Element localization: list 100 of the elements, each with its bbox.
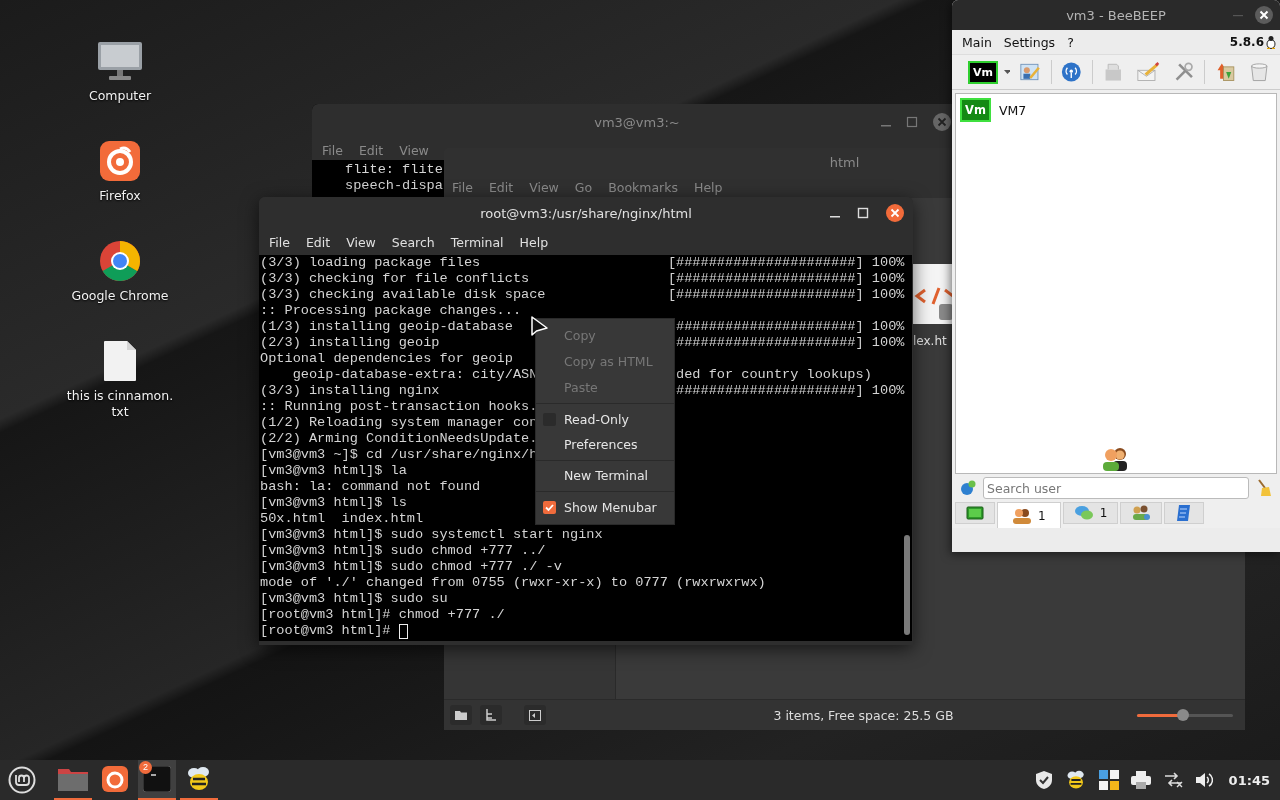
shield-icon[interactable] — [1034, 770, 1053, 790]
printer-icon[interactable] — [1130, 771, 1151, 789]
desktop-icon-label[interactable]: Firefox — [65, 188, 175, 204]
sidebar-toggle-button[interactable] — [524, 705, 546, 725]
menu-item[interactable]: Show Menubar — [564, 499, 657, 515]
menu-item[interactable]: ? — [1061, 34, 1080, 50]
desktop-icon-label[interactable]: this is cinnamon. txt — [65, 388, 175, 420]
terminal-line: bash: la: command not found — [260, 479, 481, 495]
clock[interactable]: 01:45 — [1228, 772, 1270, 788]
close-icon[interactable] — [885, 203, 905, 223]
terminal-line: :: Running post-transaction hooks. — [260, 399, 538, 415]
desktop-icon-label[interactable]: Google Chrome — [65, 288, 175, 304]
window-title: html — [829, 154, 860, 170]
group-icon — [1131, 505, 1152, 521]
broom-icon[interactable] — [1256, 479, 1272, 497]
menu-item[interactable]: New Terminal — [536, 463, 674, 489]
menu-item[interactable]: Edit — [480, 179, 522, 195]
text-file-icon[interactable] — [103, 340, 137, 382]
penguin-icon — [1266, 35, 1276, 49]
notification-badge: 2 — [139, 761, 152, 774]
menu-item[interactable]: Bookmarks — [600, 179, 686, 195]
close-icon[interactable] — [1254, 5, 1274, 25]
menu-item[interactable]: Search — [383, 234, 443, 250]
menu-item[interactable]: Edit — [350, 142, 392, 158]
zoom-slider[interactable] — [1137, 708, 1233, 722]
user-avatar[interactable]: Vm — [968, 60, 998, 84]
menu-item[interactable]: Edit — [297, 234, 339, 250]
terminal-line: (2/2) Arming ConditionNeedsUpdate. — [260, 431, 538, 447]
firefox-icon[interactable] — [99, 140, 141, 182]
volume-icon[interactable] — [1194, 772, 1213, 788]
menu-logo-icon[interactable] — [8, 766, 36, 794]
tab[interactable]: 1 — [997, 502, 1061, 528]
window-title: vm3 - BeeBEEP — [1066, 7, 1166, 23]
terminal-line: (3/3) checking for file conflicts — [260, 271, 530, 286]
terminal-line: speech-dispa — [345, 178, 443, 194]
network-settings-icon[interactable] — [960, 480, 976, 496]
html-file-icon[interactable] — [913, 264, 953, 324]
progress-text: ######################] 100% — [676, 319, 905, 334]
caret-icon[interactable] — [1004, 70, 1010, 74]
text-cursor — [398, 623, 408, 639]
menu-item[interactable]: Settings — [997, 34, 1062, 50]
file-label[interactable]: lex.ht — [913, 334, 947, 348]
menu-item[interactable]: Main — [956, 34, 998, 50]
menu-item[interactable]: Go — [566, 179, 601, 195]
user-avatar[interactable]: Vm — [960, 98, 991, 122]
folder-icon — [455, 710, 467, 720]
terminal-line: [vm3@vm3 html]$ la — [260, 463, 407, 479]
terminal-line: 50x.html index.html — [260, 511, 424, 527]
tab[interactable] — [955, 502, 995, 524]
terminal-icon — [143, 766, 171, 792]
desktop-icon-label[interactable]: Computer — [65, 88, 175, 104]
menu-item[interactable]: Help — [686, 179, 731, 195]
window-title: root@vm3:/usr/share/nginx/html — [480, 205, 692, 221]
progress-text: [######################] 100% — [667, 255, 905, 270]
menu-item[interactable]: File — [444, 179, 481, 195]
tab[interactable]: 1 — [1062, 502, 1119, 524]
tab[interactable] — [1120, 502, 1163, 524]
chrome-icon[interactable] — [99, 240, 141, 282]
sidebar-toggle-icon — [529, 709, 541, 721]
terminal-line: [root@vm3 html]# chmod +777 ./ — [260, 607, 505, 623]
terminal-line: flite: flite — [345, 162, 443, 178]
window-title: vm3@vm3:~ — [594, 114, 680, 130]
menu-item[interactable]: File — [314, 142, 351, 158]
network-disconnected-icon[interactable] — [1162, 772, 1183, 788]
people-icon — [1012, 507, 1032, 524]
progress-text: [######################] 100% — [667, 271, 905, 286]
status-text: 3 items, Free space: 25.5 GB — [772, 707, 955, 723]
menu-item[interactable]: Read-Only — [564, 411, 629, 427]
folder-icon — [58, 767, 88, 791]
tree-icon — [485, 709, 497, 721]
user-name[interactable]: VM7 — [998, 102, 1027, 118]
progress-text: ded for country lookups) — [676, 367, 872, 382]
checkbox[interactable] — [543, 500, 556, 514]
network-icon[interactable] — [1061, 60, 1082, 84]
computer-icon[interactable] — [96, 40, 144, 82]
terminal-line: mode of './' changed from 0755 (rwxr-xr-x) to 0777 (rwxrwxrwx) — [260, 575, 766, 591]
menu-item[interactable]: View — [521, 179, 567, 195]
search-field[interactable]: Search user — [983, 477, 1249, 499]
note-icon — [1176, 504, 1193, 522]
tab[interactable] — [1164, 502, 1205, 524]
mouse-pointer-icon — [531, 316, 549, 338]
menu-item[interactable]: Preferences — [536, 432, 674, 458]
firefox-icon — [102, 766, 128, 792]
terminal-line: [vm3@vm3 ~]$ cd /usr/share/nginx/h — [260, 447, 538, 463]
menu-item[interactable]: Help — [511, 234, 557, 250]
profile-edit-icon[interactable] — [1019, 61, 1041, 83]
menu-item[interactable]: View — [338, 234, 384, 250]
menu-item[interactable]: View — [391, 142, 437, 158]
progress-text: ######################] 100% — [676, 335, 905, 350]
version-label: 5.8.6 — [1229, 35, 1264, 49]
places-button[interactable] — [450, 705, 472, 725]
tools-icon[interactable] — [1173, 60, 1195, 84]
menu-item[interactable]: Terminal — [442, 234, 512, 250]
terminal-line: :: Processing package changes... — [260, 303, 522, 319]
menu-item[interactable]: File — [261, 234, 298, 250]
terminal-line: [vm3@vm3 html]$ sudo su — [260, 591, 448, 607]
terminal-line: [vm3@vm3 html]$ sudo chmod +777 ./ -v — [260, 559, 562, 575]
tree-button[interactable] — [480, 705, 502, 725]
progress-text: ######################] 100% — [676, 383, 905, 398]
color-squares-icon[interactable] — [1098, 770, 1119, 790]
